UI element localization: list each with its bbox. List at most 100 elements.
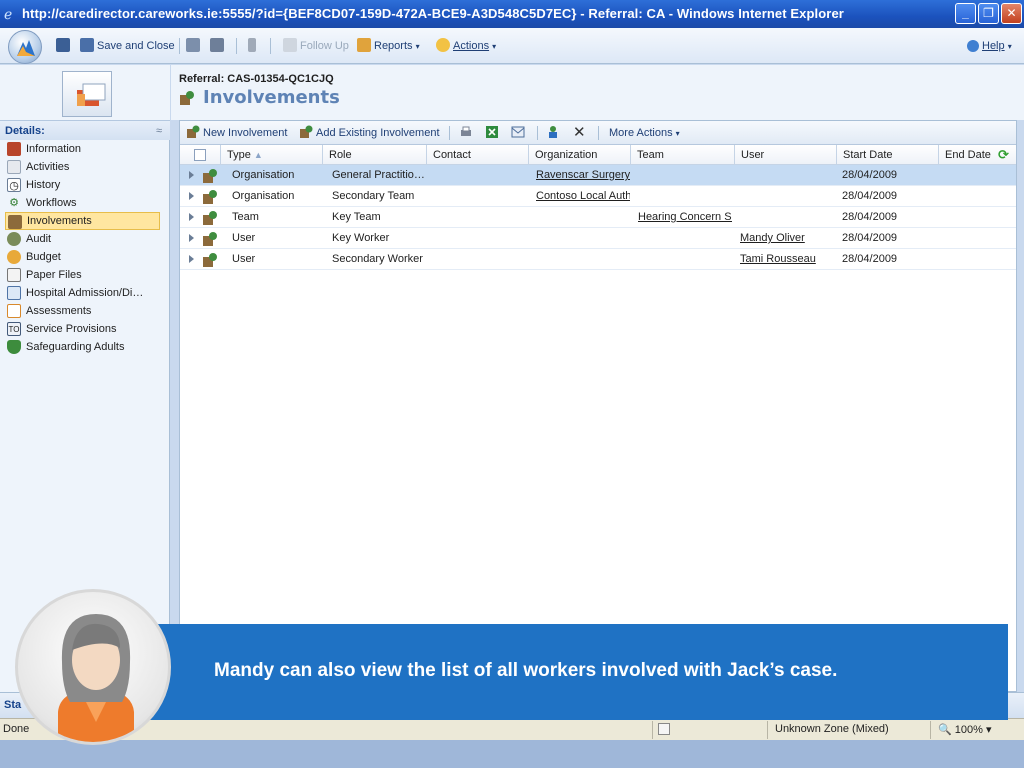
table-row[interactable]: Organisation Secondary Team Contoso Local … <box>180 186 1016 207</box>
cell-user <box>734 207 834 228</box>
form-header: Referral: CAS-01354-QC1CJQ Involvements <box>171 65 1024 120</box>
status-divider <box>930 721 931 739</box>
cell-contact <box>428 207 528 228</box>
assign-icon[interactable] <box>546 125 563 141</box>
nav-item-service-provisions[interactable]: TO Service Provisions <box>5 320 160 338</box>
print-grid-icon[interactable] <box>459 125 476 141</box>
expand-row-icon[interactable] <box>189 171 194 179</box>
nav-item-involvements[interactable]: Involvements <box>5 212 160 230</box>
nav-item-history[interactable]: ◷ History <box>5 176 160 194</box>
save-close-button[interactable]: Save and Close <box>80 38 175 54</box>
page-icon <box>658 723 670 735</box>
page-title: Involvements <box>203 87 340 108</box>
service-provisions-icon: TO <box>7 322 21 336</box>
column-header-team[interactable]: Team <box>630 145 664 165</box>
cell-team <box>632 228 732 249</box>
actions-menu[interactable]: Actions ▾ <box>436 38 496 54</box>
involvements-icon <box>8 215 22 229</box>
collapse-icon[interactable]: ≈ <box>156 121 162 141</box>
save-icon[interactable] <box>56 38 73 54</box>
nav-item-audit[interactable]: Audit <box>5 230 160 248</box>
cell-end-date <box>938 228 1014 249</box>
column-header-organization[interactable]: Organization <box>528 145 597 165</box>
nav-item-information[interactable]: Information <box>5 140 160 158</box>
cell-team <box>632 165 732 186</box>
cell-user[interactable]: Tami Rousseau <box>734 249 834 270</box>
new-involvement-button[interactable]: New Involvement <box>186 125 287 141</box>
nav-item-budget[interactable]: Budget <box>5 248 160 266</box>
nav-item-assessments[interactable]: Assessments <box>5 302 160 320</box>
nav-item-paper-files[interactable]: Paper Files <box>5 266 160 284</box>
cell-end-date <box>938 207 1014 228</box>
follow-up-icon <box>283 38 297 52</box>
column-header-role[interactable]: Role <box>322 145 352 165</box>
cell-end-date <box>938 249 1014 270</box>
mail-merge-icon[interactable] <box>511 125 528 141</box>
nav-item-activities[interactable]: Activities <box>5 158 160 176</box>
reports-icon <box>357 38 371 52</box>
actions-icon <box>436 38 450 52</box>
cell-user <box>734 186 834 207</box>
restore-button[interactable]: ❐ <box>978 3 999 24</box>
column-header-end-date[interactable]: End Date <box>938 145 991 165</box>
cell-type: User <box>232 253 256 265</box>
expand-row-icon[interactable] <box>189 234 194 242</box>
involvement-row-icon <box>203 190 217 204</box>
workflows-icon: ⚙ <box>9 197 19 209</box>
column-header-contact[interactable]: Contact <box>426 145 471 165</box>
minimize-button[interactable]: _ <box>955 3 976 24</box>
select-all-checkbox[interactable] <box>194 149 206 161</box>
table-row[interactable]: Team Key Team Hearing Concern Su 28/04/2009 <box>180 207 1016 228</box>
expand-row-icon[interactable] <box>189 192 194 200</box>
attach-icon[interactable] <box>248 38 259 54</box>
add-existing-involvement-button[interactable]: Add Existing Involvement <box>299 125 440 141</box>
table-row[interactable]: User Key Worker Mandy Oliver 28/04/2009 <box>180 228 1016 249</box>
cell-organization[interactable]: Ravenscar Surgery <box>530 165 630 186</box>
delete-icon[interactable]: ✕ <box>573 125 586 141</box>
taskbar-strip <box>0 740 1024 768</box>
record-title: Referral: CAS-01354-QC1CJQ <box>179 73 334 85</box>
column-header-user[interactable]: User <box>734 145 764 165</box>
reports-menu[interactable]: Reports ▾ <box>357 38 420 54</box>
zoom-control[interactable]: 🔍 100% ▾ <box>938 723 991 736</box>
cell-contact <box>428 165 528 186</box>
print-preview-icon[interactable] <box>186 38 203 54</box>
column-header-type[interactable]: Type ▲ <box>220 145 263 165</box>
nav-item-safeguarding-adults[interactable]: Safeguarding Adults <box>5 338 160 356</box>
involvement-row-icon <box>203 232 217 246</box>
refresh-icon[interactable]: ⟳ <box>998 148 1012 162</box>
nav-item-hospital-admission[interactable]: Hospital Admission/Di… <box>5 284 160 302</box>
help-menu[interactable]: Help ▾ <box>967 38 1012 54</box>
involvement-row-icon <box>203 253 217 267</box>
cell-team[interactable]: Hearing Concern Su <box>632 207 732 228</box>
table-row[interactable]: User Secondary Worker Tami Rousseau 28/04/2… <box>180 249 1016 270</box>
cell-user[interactable]: Mandy Oliver <box>734 228 834 249</box>
avatar <box>15 589 171 745</box>
cell-start-date: 28/04/2009 <box>842 232 898 244</box>
add-existing-icon <box>300 125 313 138</box>
print-icon[interactable] <box>210 38 227 54</box>
more-actions-menu[interactable]: More Actions ▾ <box>609 125 680 141</box>
cell-role: Key Team <box>332 211 381 223</box>
cell-role: Key Worker <box>332 232 390 244</box>
expand-row-icon[interactable] <box>189 213 194 221</box>
export-excel-icon[interactable] <box>485 125 502 141</box>
nav-list: Information Activities ◷ History ⚙ Workflo… <box>5 140 160 356</box>
caption-banner: Mandy can also view the list of all work… <box>148 624 1008 720</box>
cell-start-date: 28/04/2009 <box>842 190 898 202</box>
details-section-header[interactable]: Details: ≈ <box>0 120 170 140</box>
column-header-start-date[interactable]: Start Date <box>836 145 893 165</box>
status-done-text: Done <box>3 723 30 735</box>
close-button[interactable]: ✕ <box>1001 3 1022 24</box>
table-row[interactable]: Organisation General Practitio… Ravenscar … <box>180 165 1016 186</box>
involvement-row-icon <box>203 211 217 225</box>
grid-header: Type ▲ Role Contact Organization Team Use… <box>180 145 1016 165</box>
cell-organization <box>530 207 630 228</box>
cell-team <box>632 249 732 270</box>
app-logo-icon[interactable] <box>8 30 42 64</box>
cell-organization[interactable]: Contoso Local Auth <box>530 186 630 207</box>
nav-item-workflows[interactable]: ⚙ Workflows <box>5 194 160 212</box>
expand-row-icon[interactable] <box>189 255 194 263</box>
cell-role: Secondary Worker <box>332 253 423 265</box>
follow-up-button[interactable]: Follow Up <box>283 38 349 54</box>
